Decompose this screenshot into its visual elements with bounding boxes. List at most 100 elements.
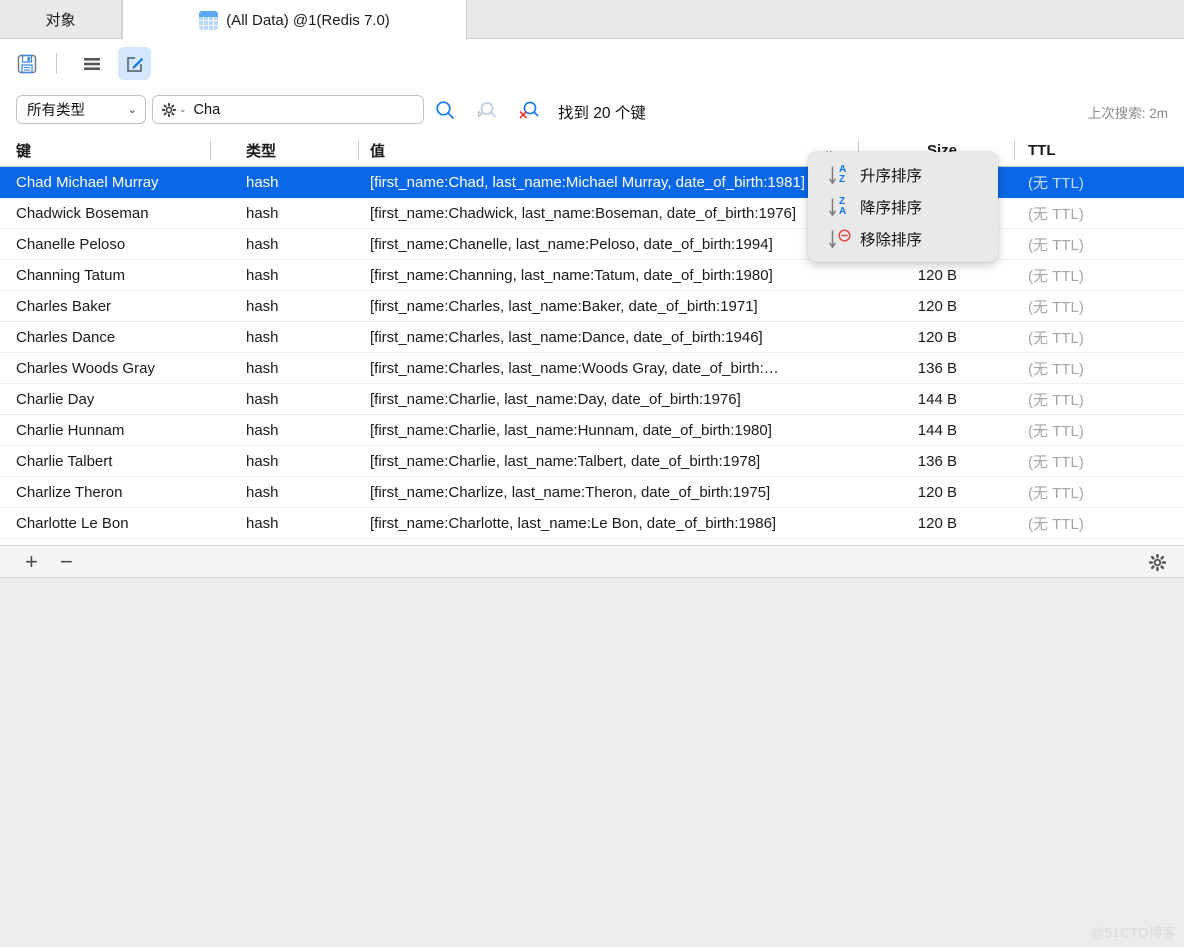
column-header-value[interactable]: 值 [370, 133, 820, 167]
table-row[interactable]: Chad Michael Murrayhash[first_name:Chad,… [0, 167, 1184, 198]
cell-value: [first_name:Charles, last_name:Dance, da… [370, 322, 910, 353]
cell-size: 120 B [900, 322, 1010, 353]
search-input-value: Cha [194, 102, 221, 118]
cell-value: [first_name:Charles, last_name:Baker, da… [370, 291, 910, 322]
list-rows-button[interactable] [75, 47, 108, 80]
table-settings-button[interactable] [1149, 554, 1166, 576]
menu-item-label: 降序排序 [860, 196, 922, 218]
gear-icon[interactable] [162, 103, 176, 117]
cell-size: 120 B [900, 508, 1010, 539]
cell-type: hash [246, 260, 351, 291]
cell-ttl: (无 TTL) [1028, 167, 1168, 198]
table-row[interactable]: Charlotte Le Bonhash[first_name:Charlott… [0, 508, 1184, 539]
remove-key-button[interactable]: − [60, 551, 73, 573]
search-toolbar: 所有类型 ⌄ ⌄ Cha [0, 87, 1184, 133]
cell-ttl: (无 TTL) [1028, 229, 1168, 260]
cell-key: Charlize Theron [16, 477, 212, 508]
table-row[interactable]: Chanelle Pelosohash[first_name:Chanelle,… [0, 229, 1184, 260]
table-row[interactable]: Charles Bakerhash[first_name:Charles, la… [0, 291, 1184, 322]
cell-key: Charlie Talbert [16, 446, 212, 477]
tab-all-data[interactable]: (All Data) @1(Redis 7.0) [122, 0, 467, 40]
found-keys-status: 找到 20 个键 [558, 101, 646, 123]
cell-ttl: (无 TTL) [1028, 477, 1168, 508]
table-row[interactable]: Charles Woods Grayhash[first_name:Charle… [0, 353, 1184, 384]
list-rows-icon [81, 53, 103, 75]
keys-table-body: Chad Michael Murrayhash[first_name:Chad,… [0, 167, 1184, 544]
table-row[interactable]: Chadwick Bosemanhash[first_name:Chadwick… [0, 198, 1184, 229]
column-header-ttl-label: TTL [1028, 142, 1056, 159]
sort-descending-icon: ZA [828, 196, 850, 218]
column-divider-2[interactable] [358, 133, 370, 167]
edit-pencil-icon [124, 53, 146, 75]
keys-table: 键 类型 值 ⌄ Size TTL Chad Michael Murray has… [0, 133, 1184, 545]
sort-ascending-icon: AZ [828, 164, 850, 186]
chevron-down-icon: ⌄ [128, 103, 137, 116]
column-header-type[interactable]: 类型 [246, 133, 351, 167]
cell-key: Charlie Day [16, 384, 212, 415]
keys-table-header: 键 类型 值 ⌄ Size TTL [0, 133, 1184, 167]
toolbar-divider [56, 53, 57, 74]
edit-button[interactable] [118, 47, 151, 80]
table-row[interactable]: Charlie Dayhash[first_name:Charlie, last… [0, 384, 1184, 415]
cell-type: hash [246, 415, 351, 446]
type-filter-select[interactable]: 所有类型 ⌄ [16, 95, 146, 124]
search-icon[interactable] [434, 99, 456, 121]
menu-item-sort-remove[interactable]: 移除排序 [808, 223, 998, 255]
table-row[interactable]: Charlie Talbert hash [first_name:Charlie, … [0, 446, 1184, 477]
menu-item-label: 移除排序 [860, 228, 922, 250]
cell-type: hash [246, 322, 351, 353]
cell-key: Channing Tatum [16, 260, 212, 291]
cell-type: hash [246, 446, 351, 477]
search-input[interactable]: ⌄ Cha [152, 95, 424, 124]
database-icon [199, 11, 218, 30]
cell-key: Chad Michael Murray [16, 167, 212, 198]
cell-ttl: (无 TTL) [1028, 198, 1168, 229]
table-row[interactable]: Charlize Theronhash[first_name:Charlize,… [0, 477, 1184, 508]
cell-key: Charlie Hunnam [16, 415, 212, 446]
table-row[interactable]: Charlie Hunnam hash [first_name:Charlie, l… [0, 415, 1184, 446]
last-search-status: 上次搜索: 2m [1088, 102, 1168, 122]
column-header-value-label: 值 [370, 140, 385, 161]
search-next-icon[interactable] [476, 99, 498, 121]
search-clear-icon[interactable] [518, 99, 540, 121]
cell-key: Chanelle Peloso [16, 229, 212, 260]
cell-value: [first_name:Charlie, last_name:Talbert, … [370, 446, 910, 477]
save-button[interactable] [10, 47, 43, 80]
cell-size: 120 B [900, 291, 1010, 322]
cell-value: [first_name:Channing, last_name:Tatum, d… [370, 260, 910, 291]
menu-item-sort-descending[interactable]: ZA 降序排序 [808, 191, 998, 223]
cell-size: 144 B [900, 415, 1010, 446]
table-row[interactable]: Channing Tatum hash [first_name:Channing, … [0, 260, 1184, 291]
tab-bar: 对象 (All Data) @1(Redis 7.0) [0, 0, 1184, 39]
redis-client-window: 对象 (All Data) @1(Redis 7.0) [0, 0, 1184, 947]
tab-all-data-label: (All Data) @1(Redis 7.0) [226, 12, 390, 29]
cell-type: hash [246, 167, 351, 198]
tab-objects[interactable]: 对象 [0, 0, 122, 39]
sort-context-menu[interactable]: AZ 升序排序 ZA 降序排序移除排序 [808, 152, 998, 262]
column-divider-4[interactable] [1014, 133, 1028, 167]
add-key-button[interactable]: + [25, 551, 38, 573]
keys-table-footer: + − [0, 545, 1184, 578]
cell-value: [first_name:Charlie, last_name:Day, date… [370, 384, 910, 415]
cell-type: hash [246, 229, 351, 260]
chevron-down-icon[interactable]: ⌄ [179, 104, 187, 115]
menu-item-label: 升序排序 [860, 164, 922, 186]
column-divider-1[interactable] [210, 133, 246, 167]
cell-ttl: (无 TTL) [1028, 291, 1168, 322]
cell-type: hash [246, 508, 351, 539]
key-detail-panel: 键名称: Chad Michael Murray 键类型: hash ▲▼ 值:… [0, 578, 1184, 947]
cell-size: 120 B [900, 260, 1010, 291]
menu-item-sort-ascending[interactable]: AZ 升序排序 [808, 159, 998, 191]
cell-value: [first_name:Charles, last_name:Woods Gra… [370, 353, 910, 384]
cell-size: 144 B [900, 384, 1010, 415]
cell-ttl: (无 TTL) [1028, 260, 1168, 291]
cell-ttl: (无 TTL) [1028, 384, 1168, 415]
column-header-key[interactable]: 键 [16, 133, 212, 167]
cell-value: [first_name:Charlie, last_name:Hunnam, d… [370, 415, 910, 446]
cell-key: Charlotte Le Bon [16, 508, 212, 539]
cell-key: Chadwick Boseman [16, 198, 212, 229]
column-header-ttl[interactable]: TTL [1028, 133, 1168, 167]
cell-ttl: (无 TTL) [1028, 508, 1168, 539]
gear-icon [1149, 554, 1166, 571]
table-row[interactable]: Charles Dancehash[first_name:Charles, la… [0, 322, 1184, 353]
